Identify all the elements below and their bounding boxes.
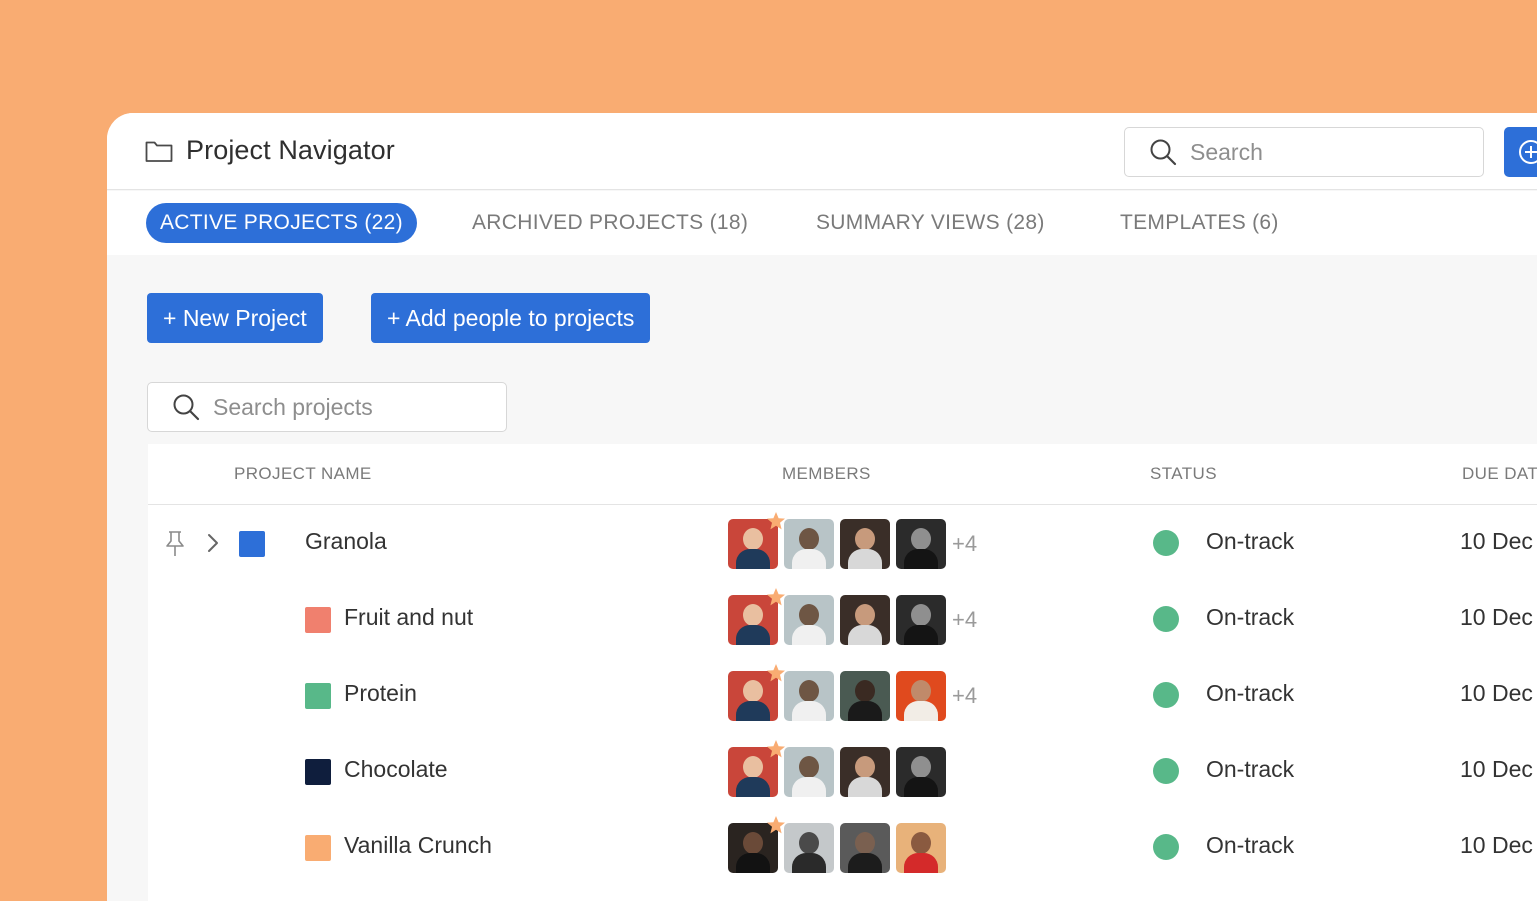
avatar[interactable] [840,595,890,645]
table-row[interactable]: Protein +4 On-track 10 Dec [148,657,1537,733]
member-avatars[interactable]: +4 [728,588,977,645]
search-icon [1150,139,1177,166]
app-title-text: Project Navigator [186,135,395,165]
avatar[interactable] [784,519,834,569]
tab-archived-projects[interactable]: ARCHIVED PROJECTS (18) [472,203,748,243]
global-search-input[interactable]: Search [1124,127,1484,177]
status-text[interactable]: On-track [1206,528,1294,555]
project-name[interactable]: Protein [344,680,417,707]
project-search-input[interactable]: Search projects [147,382,507,432]
avatar[interactable] [896,671,946,721]
project-name[interactable]: Vanilla Crunch [344,832,492,859]
project-color-swatch [239,531,265,557]
plus-circle-icon [1519,140,1537,164]
project-name[interactable]: Fruit and nut [344,604,473,631]
status-dot [1153,606,1179,632]
more-members-count[interactable]: +4 [952,531,977,557]
due-date[interactable]: 10 Dec [1460,756,1533,783]
avatar[interactable] [728,588,785,645]
status-text[interactable]: On-track [1206,756,1294,783]
tab-templates[interactable]: TEMPLATES (6) [1120,203,1279,243]
new-project-button[interactable]: + New Project [147,293,323,343]
top-bar: Project Navigator Search [107,113,1537,190]
project-color-swatch [305,759,331,785]
column-members[interactable]: MEMBERS [782,464,871,484]
avatar[interactable] [840,671,890,721]
tab-summary-views[interactable]: SUMMARY VIEWS (28) [816,203,1045,243]
avatar[interactable] [896,595,946,645]
column-project-name[interactable]: PROJECT NAME [234,464,372,484]
avatar[interactable] [784,823,834,873]
member-avatars[interactable] [728,816,952,873]
project-name[interactable]: Granola [305,528,387,555]
avatar[interactable] [728,664,785,721]
table-header: PROJECT NAME MEMBERS STATUS DUE DAT [148,444,1537,505]
due-date[interactable]: 10 Dec [1460,680,1533,707]
folder-icon [145,141,173,162]
pin-icon[interactable] [164,530,186,558]
avatar[interactable] [728,740,785,797]
avatar[interactable] [728,816,785,873]
star-icon [767,512,785,530]
search-icon [173,394,200,421]
status-dot [1153,530,1179,556]
column-status[interactable]: STATUS [1150,464,1217,484]
tab-active-projects[interactable]: ACTIVE PROJECTS (22) [146,203,417,243]
star-icon [767,664,785,682]
star-icon [767,588,785,606]
avatar[interactable] [840,823,890,873]
avatar[interactable] [784,671,834,721]
due-date[interactable]: 10 Dec [1460,528,1533,555]
avatar[interactable] [896,747,946,797]
avatar[interactable] [840,747,890,797]
avatar[interactable] [840,519,890,569]
status-text[interactable]: On-track [1206,832,1294,859]
more-members-count[interactable]: +4 [952,607,977,633]
status-dot [1153,834,1179,860]
project-search-placeholder: Search projects [213,393,373,420]
column-due-date[interactable]: DUE DAT [1462,464,1537,484]
avatar[interactable] [784,595,834,645]
project-color-swatch [305,835,331,861]
table-row[interactable]: Fruit and nut +4 On-track 10 Dec [148,581,1537,657]
global-search-placeholder: Search [1190,138,1263,165]
projects-table: PROJECT NAME MEMBERS STATUS DUE DAT Gran… [148,444,1537,901]
table-row[interactable]: Granola +4 On-track 10 Dec [148,505,1537,581]
star-icon [767,816,785,834]
project-color-swatch [305,683,331,709]
chevron-right-icon[interactable] [206,532,220,554]
due-date[interactable]: 10 Dec [1460,832,1533,859]
member-avatars[interactable]: +4 [728,664,977,721]
status-text[interactable]: On-track [1206,604,1294,631]
add-people-button[interactable]: + Add people to projects [371,293,651,343]
app-title: Project Navigator [145,135,395,166]
member-avatars[interactable] [728,740,952,797]
avatar[interactable] [728,512,785,569]
avatar[interactable] [784,747,834,797]
status-dot [1153,682,1179,708]
due-date[interactable]: 10 Dec [1460,604,1533,631]
star-icon [767,740,785,758]
tab-bar: ACTIVE PROJECTS (22) ARCHIVED PROJECTS (… [107,191,1537,255]
avatar[interactable] [896,823,946,873]
table-row[interactable]: Chocolate On-track 10 Dec [148,733,1537,809]
status-dot [1153,758,1179,784]
status-text[interactable]: On-track [1206,680,1294,707]
project-name[interactable]: Chocolate [344,756,448,783]
member-avatars[interactable]: +4 [728,512,977,569]
create-button[interactable] [1504,127,1537,177]
table-row[interactable]: Vanilla Crunch On-track 10 Dec [148,809,1537,885]
more-members-count[interactable]: +4 [952,683,977,709]
project-color-swatch [305,607,331,633]
project-navigator-window: Project Navigator Search ACTIVE PROJECTS… [107,113,1537,901]
avatar[interactable] [896,519,946,569]
